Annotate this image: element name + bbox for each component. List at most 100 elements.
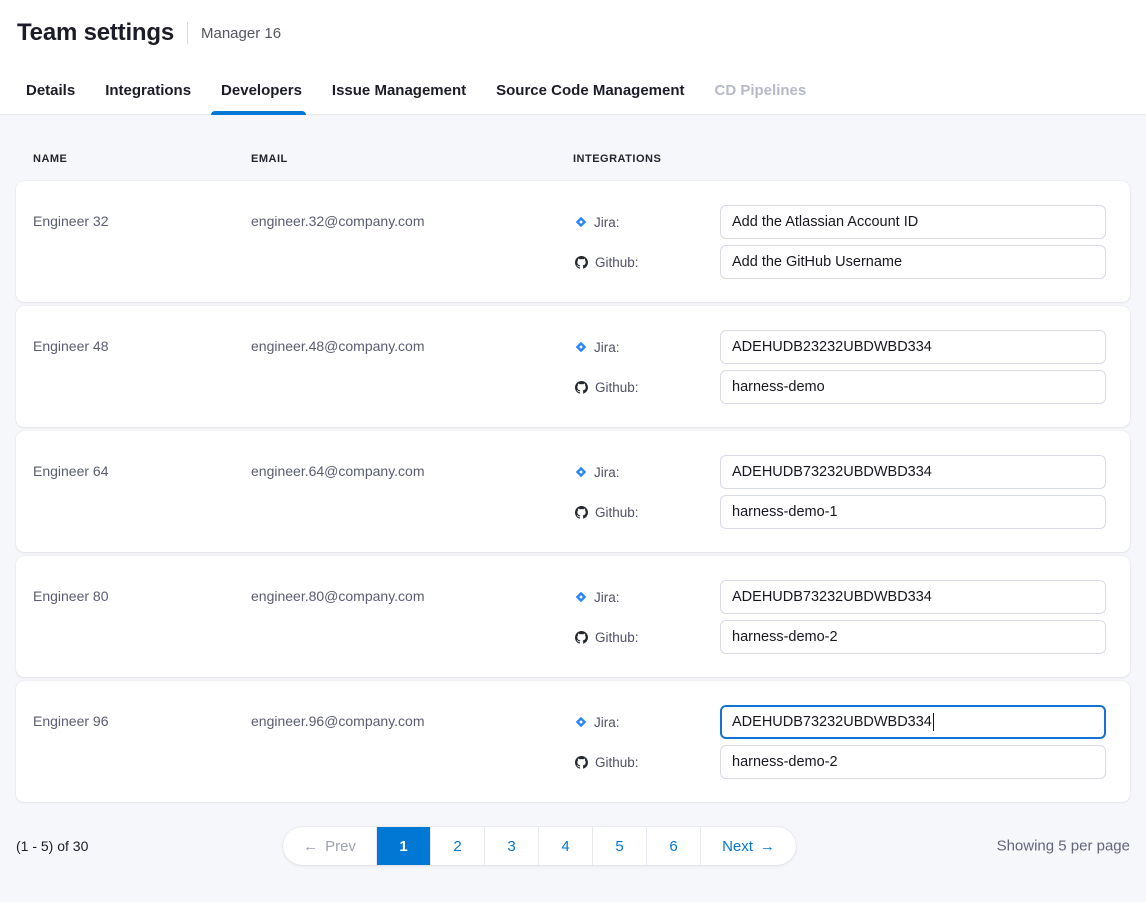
developer-email: engineer.96@company.com bbox=[251, 705, 573, 779]
jira-input-value: Add the Atlassian Account ID bbox=[732, 214, 918, 230]
github-icon bbox=[575, 631, 588, 644]
jira-label: Jira: bbox=[573, 590, 720, 605]
page-button-1[interactable]: 1 bbox=[376, 827, 430, 865]
jira-icon bbox=[575, 591, 587, 603]
table-header: NAME EMAIL INTEGRATIONS bbox=[16, 115, 1130, 181]
github-input[interactable]: Add the GitHub Username bbox=[720, 245, 1106, 279]
developer-row: Engineer 48 engineer.48@company.com Jira… bbox=[16, 306, 1130, 427]
column-header-integrations: INTEGRATIONS bbox=[573, 153, 1130, 165]
github-label: Github: bbox=[573, 505, 720, 520]
github-input[interactable]: harness-demo bbox=[720, 370, 1106, 404]
pagination-bar: (1 - 5) of 30 ← Prev 1 2 3 4 5 6 Next → … bbox=[16, 827, 1130, 865]
tab-bar: Details Integrations Developers Issue Ma… bbox=[0, 66, 1146, 115]
jira-input-value: ADEHUDB73232UBDWBD334 bbox=[732, 589, 932, 605]
tab-source-code-management[interactable]: Source Code Management bbox=[494, 82, 686, 114]
jira-label-text: Jira: bbox=[594, 215, 620, 230]
jira-label-text: Jira: bbox=[594, 340, 620, 355]
tab-details[interactable]: Details bbox=[24, 82, 77, 114]
github-integration-row: Github: harness-demo bbox=[573, 370, 1106, 404]
developer-list: Engineer 32 engineer.32@company.com Jira… bbox=[16, 181, 1130, 802]
prev-label: Prev bbox=[325, 838, 356, 855]
jira-icon bbox=[575, 216, 587, 228]
developer-email: engineer.80@company.com bbox=[251, 580, 573, 654]
github-input-value: harness-demo-1 bbox=[732, 504, 838, 520]
page-button-4[interactable]: 4 bbox=[538, 827, 592, 865]
jira-integration-row: Jira: ADEHUDB23232UBDWBD334 bbox=[573, 330, 1106, 364]
page-title: Team settings bbox=[17, 19, 174, 47]
integrations-cell: Jira: Add the Atlassian Account ID Githu… bbox=[573, 205, 1130, 279]
jira-integration-row: Jira: ADEHUDB73232UBDWBD334 bbox=[573, 705, 1106, 739]
next-arrow-icon: → bbox=[760, 838, 775, 855]
title-divider bbox=[187, 22, 188, 44]
jira-label: Jira: bbox=[573, 215, 720, 230]
column-header-name: NAME bbox=[33, 153, 251, 165]
tab-integrations[interactable]: Integrations bbox=[103, 82, 193, 114]
github-input[interactable]: harness-demo-2 bbox=[720, 620, 1106, 654]
github-integration-row: Github: harness-demo-2 bbox=[573, 745, 1106, 779]
page-subtitle: Manager 16 bbox=[201, 25, 281, 42]
github-label-text: Github: bbox=[595, 255, 639, 270]
github-icon bbox=[575, 506, 588, 519]
jira-label: Jira: bbox=[573, 465, 720, 480]
page-header: Team settings Manager 16 bbox=[0, 0, 1146, 66]
github-label-text: Github: bbox=[595, 755, 639, 770]
github-input[interactable]: harness-demo-2 bbox=[720, 745, 1106, 779]
integrations-cell: Jira: ADEHUDB73232UBDWBD334 Github: harn… bbox=[573, 455, 1130, 529]
tab-label: Details bbox=[26, 82, 75, 99]
jira-input[interactable]: ADEHUDB73232UBDWBD334 bbox=[720, 455, 1106, 489]
github-icon bbox=[575, 381, 588, 394]
main-content: NAME EMAIL INTEGRATIONS Engineer 32 engi… bbox=[0, 115, 1146, 865]
pagination-range: (1 - 5) of 30 bbox=[16, 838, 88, 854]
jira-input[interactable]: ADEHUDB73232UBDWBD334 bbox=[720, 705, 1106, 739]
next-page-button[interactable]: Next → bbox=[700, 827, 796, 865]
next-label: Next bbox=[722, 838, 753, 855]
github-input[interactable]: harness-demo-1 bbox=[720, 495, 1106, 529]
developer-row: Engineer 64 engineer.64@company.com Jira… bbox=[16, 431, 1130, 552]
tab-label: CD Pipelines bbox=[715, 82, 807, 99]
jira-input-value: ADEHUDB73232UBDWBD334 bbox=[732, 464, 932, 480]
integrations-cell: Jira: ADEHUDB73232UBDWBD334 Github: harn… bbox=[573, 580, 1130, 654]
column-header-email: EMAIL bbox=[251, 153, 573, 165]
page-buttons: 1 2 3 4 5 6 bbox=[376, 827, 700, 865]
tab-label: Source Code Management bbox=[496, 82, 684, 99]
jira-input[interactable]: ADEHUDB73232UBDWBD334 bbox=[720, 580, 1106, 614]
developer-name: Engineer 64 bbox=[33, 455, 251, 529]
jira-input[interactable]: Add the Atlassian Account ID bbox=[720, 205, 1106, 239]
page-button-5[interactable]: 5 bbox=[592, 827, 646, 865]
github-integration-row: Github: harness-demo-1 bbox=[573, 495, 1106, 529]
tab-label: Integrations bbox=[105, 82, 191, 99]
page-button-3[interactable]: 3 bbox=[484, 827, 538, 865]
github-label: Github: bbox=[573, 255, 720, 270]
page-button-2[interactable]: 2 bbox=[430, 827, 484, 865]
prev-arrow-icon: ← bbox=[303, 838, 318, 855]
jira-integration-row: Jira: ADEHUDB73232UBDWBD334 bbox=[573, 580, 1106, 614]
tab-label: Developers bbox=[221, 82, 302, 99]
tab-developers[interactable]: Developers bbox=[219, 82, 304, 114]
jira-label: Jira: bbox=[573, 340, 720, 355]
developer-name: Engineer 48 bbox=[33, 330, 251, 404]
page-button-6[interactable]: 6 bbox=[646, 827, 700, 865]
jira-integration-row: Jira: Add the Atlassian Account ID bbox=[573, 205, 1106, 239]
tab-cd-pipelines: CD Pipelines bbox=[713, 82, 809, 114]
github-label: Github: bbox=[573, 380, 720, 395]
github-label-text: Github: bbox=[595, 380, 639, 395]
jira-label-text: Jira: bbox=[594, 590, 620, 605]
developer-email: engineer.64@company.com bbox=[251, 455, 573, 529]
github-label-text: Github: bbox=[595, 630, 639, 645]
github-icon bbox=[575, 756, 588, 769]
github-input-value: harness-demo bbox=[732, 379, 825, 395]
tab-issue-management[interactable]: Issue Management bbox=[330, 82, 468, 114]
jira-input-value: ADEHUDB23232UBDWBD334 bbox=[732, 339, 932, 355]
github-input-value: harness-demo-2 bbox=[732, 754, 838, 770]
integrations-cell: Jira: ADEHUDB23232UBDWBD334 Github: harn… bbox=[573, 330, 1130, 404]
github-icon bbox=[575, 256, 588, 269]
developer-email: engineer.32@company.com bbox=[251, 205, 573, 279]
github-label: Github: bbox=[573, 755, 720, 770]
jira-input[interactable]: ADEHUDB23232UBDWBD334 bbox=[720, 330, 1106, 364]
prev-page-button: ← Prev bbox=[283, 827, 376, 865]
jira-label-text: Jira: bbox=[594, 715, 620, 730]
pager: ← Prev 1 2 3 4 5 6 Next → bbox=[283, 827, 796, 865]
jira-label-text: Jira: bbox=[594, 465, 620, 480]
jira-icon bbox=[575, 466, 587, 478]
jira-icon bbox=[575, 716, 587, 728]
